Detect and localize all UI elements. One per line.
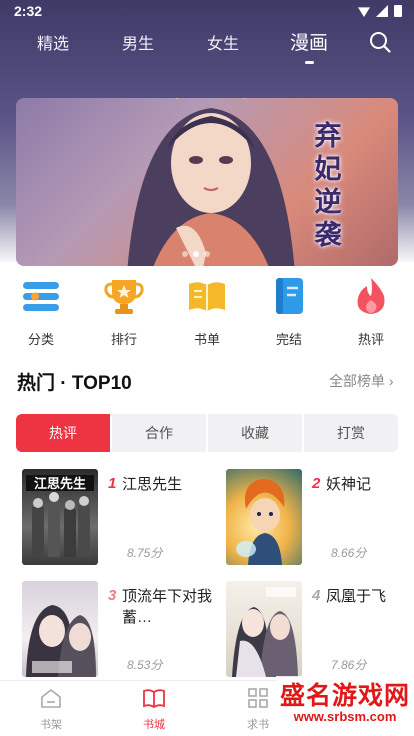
flame-icon: [357, 278, 385, 314]
ranking-segmented-control: 热评 合作 收藏 打赏: [16, 414, 398, 452]
book-score: 8.53分: [127, 658, 163, 672]
nav-bookstore[interactable]: 书城: [124, 687, 184, 732]
category-classify[interactable]: 分类: [11, 276, 71, 348]
book-list-icon: [189, 282, 225, 311]
top-tabs: 精选 男生 女生 漫画: [0, 30, 414, 60]
battery-icon: [394, 5, 402, 17]
svg-text:江思先生: 江思先生: [34, 476, 86, 492]
category-ranking[interactable]: 排行: [94, 276, 154, 348]
book-cover: [22, 581, 98, 677]
request-grid-icon: [248, 688, 268, 708]
book-rank: 3: [108, 587, 117, 604]
watermark: 盛名游戏网 www.srbsm.com: [276, 676, 414, 736]
banner-title: 弃妃逆袭: [314, 121, 342, 251]
book-title: 凤凰于飞: [326, 588, 387, 605]
trophy-icon: [104, 280, 144, 314]
book-item[interactable]: 4 凤凰于飞 7.86分: [226, 581, 414, 681]
book-score: 8.75分: [127, 546, 163, 560]
segment-rewards[interactable]: 打赏: [304, 414, 398, 452]
book-rank: 2: [312, 475, 321, 492]
book-cover: [226, 581, 302, 677]
book-cover: 江思先生: [22, 469, 98, 565]
banner-illustration: [127, 98, 295, 266]
book-score: 7.86分: [331, 658, 367, 672]
category-icon: [23, 282, 59, 311]
book-title: 顶流年下对我蓄…: [122, 588, 213, 626]
segment-hot-comments[interactable]: 热评: [16, 414, 112, 452]
category-hot-comments[interactable]: 热评: [341, 276, 401, 348]
carousel-dots: [182, 251, 210, 257]
section-title: 热门 · TOP10: [17, 373, 132, 394]
carousel-dot: [182, 251, 188, 257]
book-item[interactable]: 2 妖神记 8.66分: [226, 469, 414, 569]
finished-book-icon: [276, 278, 303, 314]
carousel-dot: [204, 251, 210, 257]
tab-female[interactable]: 女生: [207, 30, 239, 54]
book-item[interactable]: 3 顶流年下对我蓄… 8.53分: [22, 581, 212, 681]
segment-favorites[interactable]: 收藏: [208, 414, 304, 452]
bookshelf-icon: [41, 688, 61, 708]
book-score: 8.66分: [331, 546, 367, 560]
book-title: 江思先生: [122, 476, 183, 493]
watermark-url: www.srbsm.com: [293, 709, 397, 724]
book-title: 妖神记: [326, 476, 372, 493]
nav-bookshelf[interactable]: 书架: [21, 687, 81, 732]
view-all-rankings-link[interactable]: 全部榜单 ›: [329, 371, 394, 391]
signal-icon: [376, 5, 388, 17]
watermark-title: 盛名游戏网: [279, 682, 410, 710]
book-cover: [226, 469, 302, 565]
tab-featured[interactable]: 精选: [37, 30, 69, 54]
tab-indicator: [305, 61, 314, 64]
status-bar: 2:32: [0, 0, 414, 22]
category-booklist[interactable]: 书单: [177, 276, 237, 348]
tab-male[interactable]: 男生: [122, 30, 154, 54]
segment-cooperation[interactable]: 合作: [112, 414, 208, 452]
carousel-dot-active: [193, 251, 199, 257]
search-icon[interactable]: [369, 31, 391, 53]
tab-comics[interactable]: 漫画: [290, 28, 328, 55]
book-rank: 4: [312, 587, 321, 604]
category-row: 分类 排行 书单 完结 热评: [0, 276, 414, 348]
bookstore-icon: [143, 689, 165, 709]
status-time: 2:32: [14, 3, 43, 19]
book-item[interactable]: 江思先生 1 江思先生 8.75分: [22, 469, 212, 569]
wifi-icon: [358, 7, 370, 17]
category-finished[interactable]: 完结: [259, 276, 319, 348]
banner-carousel[interactable]: 弃妃逆袭: [16, 98, 398, 266]
book-rank: 1: [108, 475, 117, 492]
